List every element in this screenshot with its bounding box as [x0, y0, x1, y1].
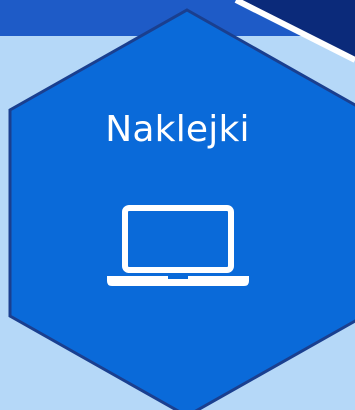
tile-title: Naklejki — [105, 109, 250, 150]
laptop-icon — [107, 205, 249, 286]
